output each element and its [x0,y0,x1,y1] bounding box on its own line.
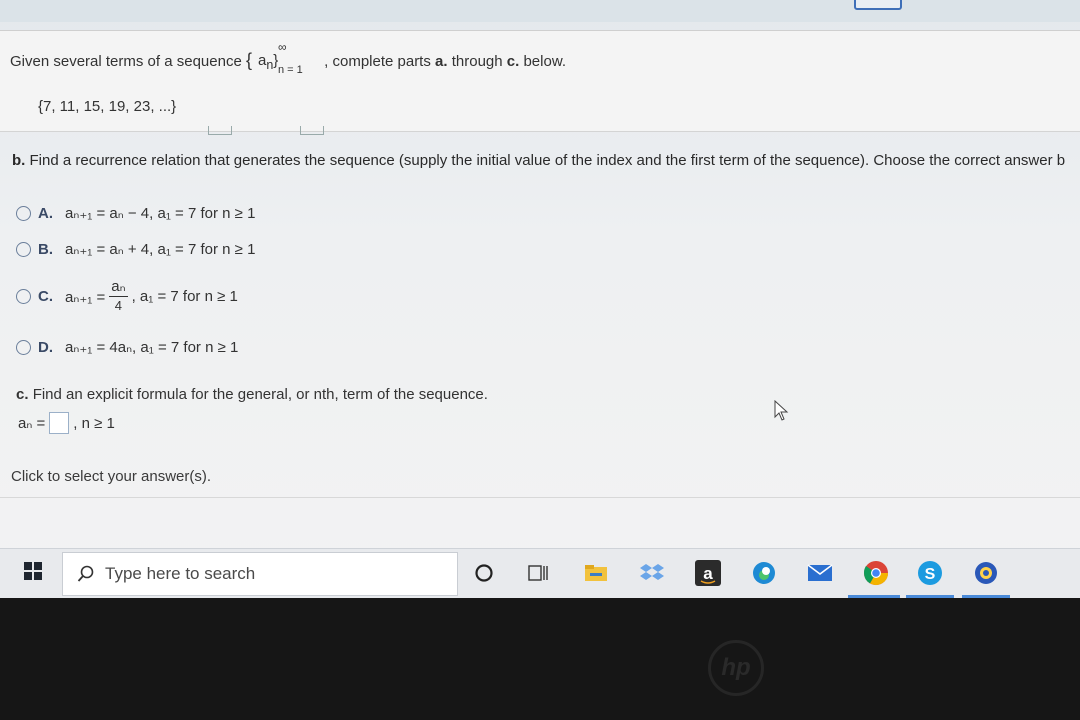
mouse-cursor-icon [774,400,789,421]
edge-icon[interactable] [750,559,778,587]
sequence-terms: {7, 11, 15, 19, 23, ...} [38,98,177,115]
fraction-numerator: aₙ [109,278,128,297]
set-lower-limit: n = 1 [277,64,303,76]
explicit-formula-row: aₙ = , n ≥ 1 [18,412,115,434]
divider [0,497,1080,498]
part-b-prompt: b. Find a recurrence relation that gener… [12,152,1065,169]
option-letter: A. [38,204,53,222]
laptop-bezel [0,598,1080,720]
mail-icon[interactable] [806,559,834,587]
click-to-select-hint: Click to select your answer(s). [11,468,212,485]
part-a-ref: a. [435,52,448,70]
part-c-prompt: c. Find an explicit formula for the gene… [16,386,488,403]
option-rhs: , a₁ = 7 for n ≥ 1 [131,288,238,305]
search-icon [77,565,94,582]
radio-a[interactable] [16,205,31,221]
task-view-icon[interactable] [524,559,552,587]
option-c[interactable]: C. aₙ₊₁ = aₙ 4 , a₁ = 7 for n ≥ 1 [16,278,238,315]
taskbar-search-box[interactable]: Type here to search [62,552,458,596]
intro-mid: , complete parts [324,52,431,70]
set-term: an} [257,52,279,72]
option-letter: B. [38,240,53,258]
option-letter: D. [38,338,53,356]
part-c-text: Find an explicit formula for the general… [32,386,488,403]
intro-through: through [451,52,503,70]
option-text: aₙ₊₁ = aₙ + 4, a₁ = 7 for n ≥ 1 [65,241,256,258]
part-c-label: c. [16,386,29,403]
formula-answer-box[interactable] [49,412,70,434]
intro-prefix: Given several terms of a sequence [10,52,242,70]
answer-box-fragment [208,126,232,135]
svg-text:a: a [703,564,713,583]
intro-end: below. [523,52,566,70]
option-letter: C. [38,288,53,305]
file-explorer-icon[interactable] [582,559,610,587]
fraction-denominator: 4 [114,298,123,313]
taskbar: Type here to search a S [0,548,1080,598]
sequence-notation: { an} ∞ n = 1 [245,40,320,76]
dropbox-icon[interactable] [638,559,666,587]
radio-b[interactable] [16,241,31,257]
option-b[interactable]: B. aₙ₊₁ = aₙ + 4, a₁ = 7 for n ≥ 1 [16,240,255,258]
option-lhs: aₙ₊₁ = [65,288,106,306]
hp-logo: hp [708,640,764,696]
option-d[interactable]: D. aₙ₊₁ = 4aₙ, a₁ = 7 for n ≥ 1 [16,338,238,356]
radio-c[interactable] [16,289,31,304]
set-upper-limit: ∞ [277,40,287,54]
question-panel [0,30,1080,132]
top-button[interactable] [854,0,902,10]
question-intro: Given several terms of a sequence { an} … [10,40,566,76]
search-placeholder: Type here to search [105,564,256,583]
amazon-icon[interactable]: a [694,559,722,587]
formula-rhs: , n ≥ 1 [73,414,115,432]
windows-start-icon[interactable] [24,562,42,580]
option-a[interactable]: A. aₙ₊₁ = aₙ − 4, a₁ = 7 for n ≥ 1 [16,204,255,222]
app-icon[interactable] [972,559,1000,587]
answer-box-fragment [300,126,324,135]
svg-text:S: S [925,566,936,583]
part-b-text: Find a recurrence relation that generate… [29,152,1066,169]
browser-screen: Given several terms of a sequence { an} … [0,0,1080,598]
cortana-icon[interactable] [470,559,498,587]
skype-icon[interactable]: S [916,559,944,587]
set-brace-open: { [245,50,252,70]
radio-d[interactable] [16,339,31,355]
chrome-icon[interactable] [862,559,890,587]
option-text: aₙ₊₁ = aₙ − 4, a₁ = 7 for n ≥ 1 [65,205,256,222]
option-fraction: aₙ 4 [109,278,128,315]
formula-lhs: aₙ = [18,415,46,432]
top-band [0,0,1080,22]
option-text: aₙ₊₁ = 4aₙ, a₁ = 7 for n ≥ 1 [65,339,239,356]
part-c-ref: c. [506,52,520,70]
part-b-label: b. [12,152,26,169]
